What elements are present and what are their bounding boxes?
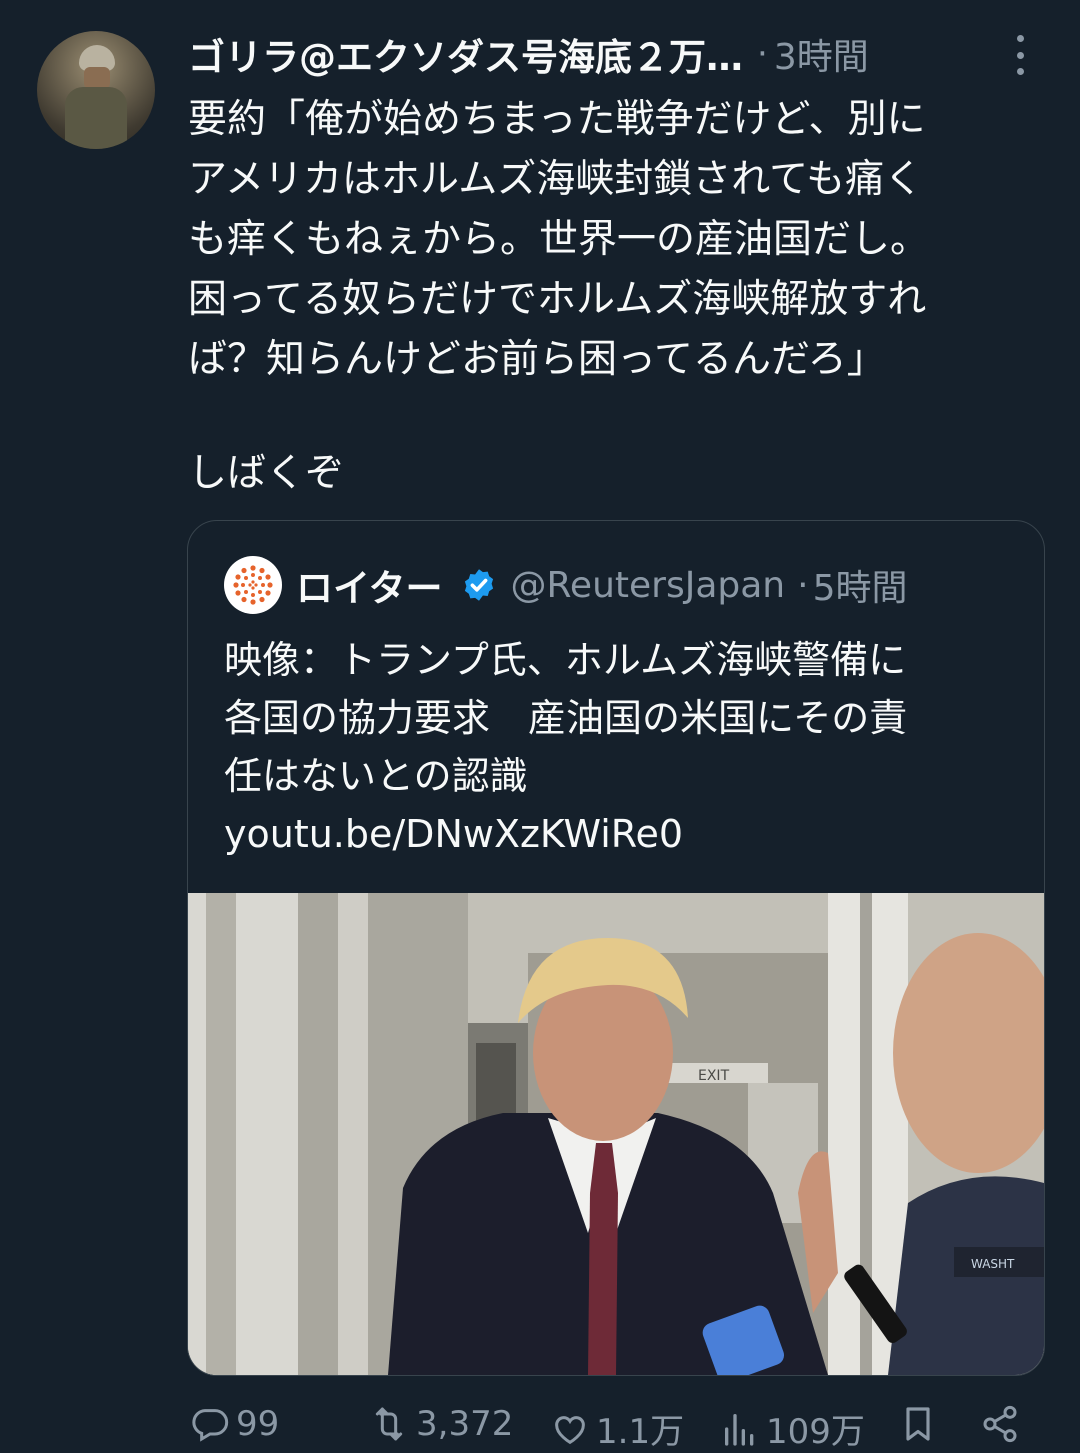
- quoted-handle[interactable]: @ReutersJapan: [511, 565, 786, 606]
- repost-icon: [375, 1407, 403, 1441]
- avatar-torso: [65, 87, 127, 149]
- like-icon: [555, 1415, 585, 1444]
- view-count: 109万: [766, 1412, 865, 1452]
- reuters-logo-icon[interactable]: [224, 556, 282, 614]
- avatar[interactable]: [37, 31, 155, 149]
- quoted-timestamp[interactable]: 5時間: [813, 559, 908, 611]
- tweet-text-line: も痒くもねぇから。世界一の産油国だし。: [188, 217, 930, 262]
- header-separator: ·: [757, 34, 768, 74]
- tweet-text-line: 要約「俺が始めちまった戦争だけど、別に: [188, 97, 926, 142]
- quoted-text-line: 映像：トランプ氏、ホルムズ海峡警備に: [224, 638, 907, 682]
- like-count: 1.1万: [596, 1412, 685, 1452]
- display-name[interactable]: ゴリラ@エクソダス号海底２万…: [188, 27, 743, 81]
- reply-icon: [192, 1409, 229, 1442]
- bookmark-icon: [906, 1407, 930, 1441]
- like-button[interactable]: 1.1万: [548, 1404, 684, 1453]
- quoted-text-line: 任はないとの認識: [224, 754, 528, 798]
- bookmark-button[interactable]: [898, 1404, 942, 1444]
- share-icon: [983, 1405, 1017, 1443]
- tweet-header: ゴリラ@エクソダス号海底２万… · 3時間: [188, 28, 1048, 80]
- quoted-tweet-header: ロイター @ReutersJapan · 5時間: [224, 556, 908, 614]
- quoted-tweet-card[interactable]: ロイター @ReutersJapan · 5時間 映像：トランプ氏、ホルムズ海峡…: [187, 520, 1045, 1376]
- verified-badge-icon: [464, 569, 493, 601]
- exit-sign: EXIT: [698, 1068, 730, 1084]
- views-icon: [725, 1413, 754, 1446]
- quoted-link[interactable]: youtu.be/DNwXzKWiRe0: [224, 805, 1024, 863]
- tweet-timestamp[interactable]: 3時間: [774, 28, 869, 80]
- reply-button[interactable]: 99: [188, 1404, 279, 1444]
- tweet-text-last-line: しばくぞ: [188, 451, 345, 496]
- views-button[interactable]: 109万: [718, 1404, 865, 1453]
- quoted-text-line: 各国の協力要求 産油国の米国にその責: [224, 696, 908, 740]
- tweet-text-line: 困ってる奴らだけでホルムズ海峡解放すれ: [188, 277, 927, 322]
- tweet-text-line: アメリカはホルムズ海峡封鎖されても痛く: [188, 157, 924, 202]
- quoted-header-separator: ·: [797, 564, 809, 606]
- repost-button[interactable]: 3,372: [366, 1404, 513, 1444]
- quoted-tweet-text: 映像：トランプ氏、ホルムズ海峡警備に 各国の協力要求 産油国の米国にその責 任は…: [224, 631, 1024, 863]
- tweet-text-line: ば？知らんけどお前ら困ってるんだろ」: [188, 337, 886, 382]
- cap-text: WASHT: [971, 1257, 1015, 1271]
- quoted-display-name[interactable]: ロイター: [296, 558, 443, 612]
- repost-count: 3,372: [416, 1404, 514, 1444]
- tweet-text: 要約「俺が始めちまった戦争だけど、別に アメリカはホルムズ海峡封鎖されても痛く …: [188, 90, 1048, 390]
- reply-count: 99: [236, 1404, 280, 1444]
- action-bar: 99 3,372 1.1万 109万: [0, 1400, 1080, 1453]
- more-icon[interactable]: [1013, 35, 1027, 75]
- quoted-media-image[interactable]: EXIT WASHT: [188, 893, 1044, 1375]
- avatar-face: [84, 67, 110, 89]
- share-button[interactable]: [978, 1404, 1026, 1444]
- media-scene: EXIT WASHT: [188, 893, 1044, 1375]
